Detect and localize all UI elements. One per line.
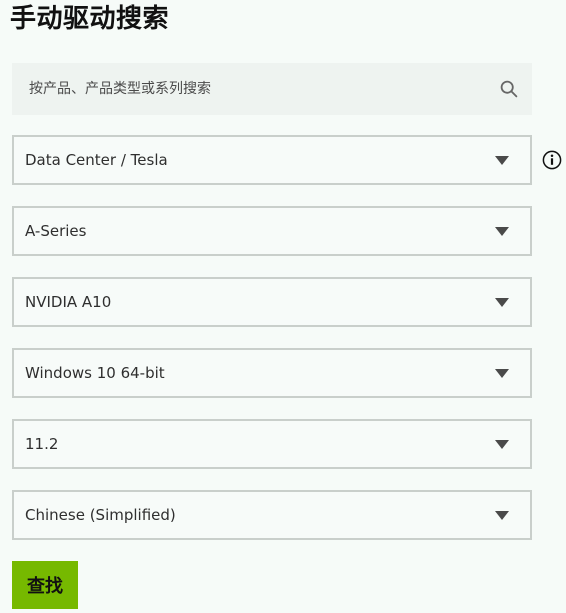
search-input[interactable] (12, 63, 482, 115)
page-title: 手动驱动搜索 (10, 4, 170, 34)
search-bar (12, 63, 532, 115)
cuda-toolkit-value: 11.2 (25, 435, 59, 453)
product-type-select[interactable]: Data Center / Tesla (12, 135, 532, 185)
product-value: NVIDIA A10 (25, 293, 112, 311)
language-select[interactable]: Chinese (Simplified) (12, 490, 532, 540)
search-button[interactable]: 查找 (12, 561, 78, 609)
chevron-down-icon (495, 511, 509, 520)
product-select[interactable]: NVIDIA A10 (12, 277, 532, 327)
operating-system-value: Windows 10 64-bit (25, 364, 165, 382)
product-type-value: Data Center / Tesla (25, 151, 168, 169)
product-series-value: A-Series (25, 222, 87, 240)
driver-search-page: 手动驱动搜索 Data Center / Tesla A-Series NVID… (0, 0, 566, 613)
chevron-down-icon (495, 369, 509, 378)
search-icon[interactable] (500, 80, 518, 98)
operating-system-select[interactable]: Windows 10 64-bit (12, 348, 532, 398)
cuda-toolkit-select[interactable]: 11.2 (12, 419, 532, 469)
chevron-down-icon (495, 227, 509, 236)
chevron-down-icon (495, 440, 509, 449)
language-value: Chinese (Simplified) (25, 506, 176, 524)
chevron-down-icon (495, 156, 509, 165)
info-icon[interactable] (542, 150, 562, 170)
chevron-down-icon (495, 298, 509, 307)
product-series-select[interactable]: A-Series (12, 206, 532, 256)
